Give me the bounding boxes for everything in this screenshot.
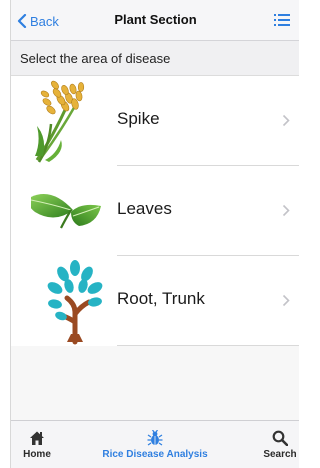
tab-label: Rice Disease Analysis <box>102 449 208 460</box>
tab-rice-disease-analysis[interactable]: Rice Disease Analysis <box>81 421 229 468</box>
tab-label: Home <box>23 449 51 460</box>
list-item-spike[interactable]: Spike <box>11 76 299 166</box>
list-item-leaves[interactable]: Leaves <box>11 166 299 256</box>
tab-bar: Home Rice Disease Analysis Search <box>11 420 299 468</box>
search-icon <box>272 430 288 446</box>
tab-search[interactable]: Search <box>249 421 299 468</box>
list-item-root-trunk[interactable]: Root, Trunk <box>11 256 299 346</box>
disease-area-list: Spike Leaves Root, Trunk <box>11 76 299 346</box>
list-item-label: Leaves <box>117 199 172 218</box>
tab-home[interactable]: Home <box>11 421 63 468</box>
navigation-bar: Back Plant Section <box>11 0 299 41</box>
bug-icon <box>147 430 163 446</box>
section-header: Select the area of disease <box>11 41 299 76</box>
app-screen: Back Plant Section Select the area of di… <box>10 0 299 468</box>
list-item-label: Root, Trunk <box>117 289 205 308</box>
chevron-right-icon <box>282 204 290 217</box>
chevron-right-icon <box>282 294 290 307</box>
chevron-right-icon <box>282 114 290 127</box>
home-icon <box>30 431 44 445</box>
row-divider <box>117 345 299 346</box>
tree-icon <box>47 260 103 345</box>
tab-label: Search <box>263 449 297 460</box>
page-title: Plant Section <box>114 12 197 27</box>
list-icon[interactable] <box>274 13 290 27</box>
list-item-label: Spike <box>117 109 160 128</box>
wheat-spike-icon <box>35 80 85 163</box>
leaves-icon <box>31 194 101 229</box>
